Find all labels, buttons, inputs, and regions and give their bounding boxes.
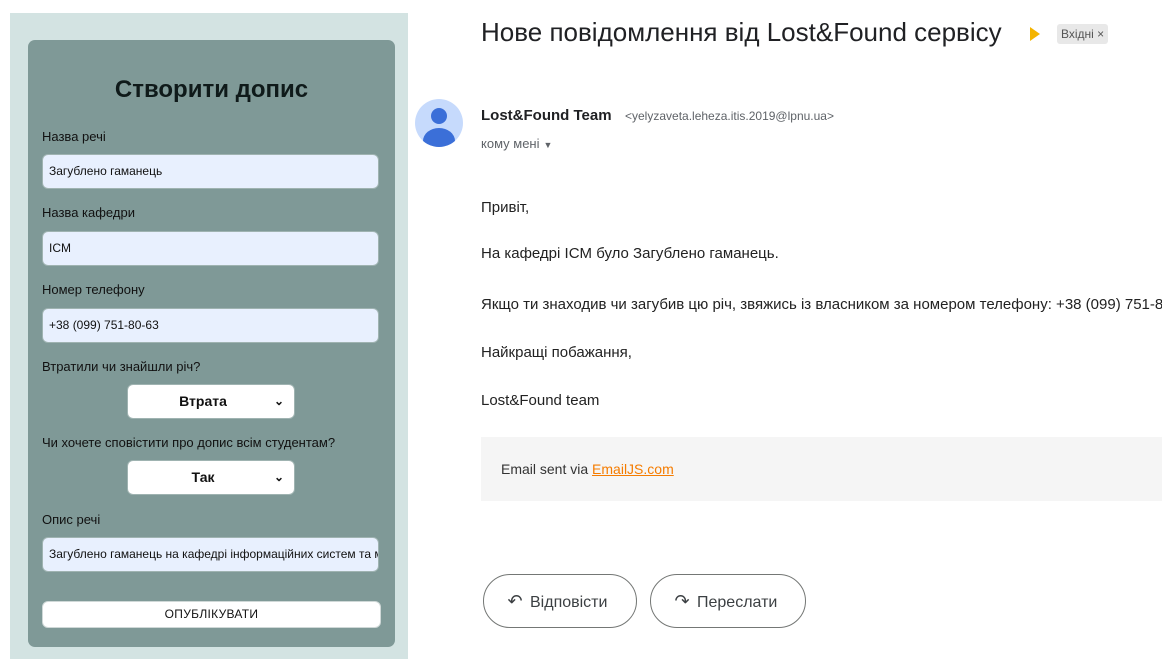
create-post-form: Створити допис Назва речі Загублено гама… — [28, 40, 395, 647]
lost-found-label: Втратили чи знайшли річ? — [42, 359, 201, 374]
forward-icon: ↷ — [674, 591, 690, 611]
item-name-input[interactable]: Загублено гаманець — [42, 154, 379, 189]
phone-input[interactable]: +38 (099) 751-80-63 — [42, 308, 379, 343]
reply-label: Відповісти — [530, 594, 608, 611]
caret-down-icon: ▼ — [543, 140, 553, 150]
chevron-down-icon: ⌄ — [273, 470, 284, 484]
item-name-label: Назва речі — [42, 129, 106, 144]
lost-found-select[interactable]: Втрата ⌄ — [127, 384, 295, 419]
footer-text: Email sent via EmailJS.com — [501, 461, 674, 477]
sender-name: Lost&Found Team — [481, 107, 612, 124]
screenshot-root: Створити допис Назва речі Загублено гама… — [0, 0, 1162, 659]
forward-label: Переслати — [697, 594, 778, 611]
reply-icon: ↶ — [507, 591, 523, 611]
email-signature: Lost&Found team — [481, 392, 600, 409]
publish-button[interactable]: ОПУБЛІКУВАТИ — [42, 601, 381, 628]
inbox-label-chip[interactable]: Вхідні × — [1057, 24, 1109, 44]
importance-marker-icon[interactable] — [1030, 27, 1040, 41]
description-input[interactable]: Загублено гаманець на кафедрі інформацій… — [42, 537, 379, 572]
avatar-body — [423, 128, 455, 147]
email-subject: Нове повідомлення від Lost&Found сервісу — [481, 17, 1002, 47]
sender-email: <yelyzaveta.leheza.itis.2019@lpnu.ua> — [625, 109, 834, 123]
department-label: Назва кафедри — [42, 205, 135, 220]
email-greeting: Привіт, — [481, 199, 530, 216]
email-body-line1: На кафедрі ICM було Загублено гаманець. — [481, 245, 779, 262]
emailjs-link[interactable]: EmailJS.com — [592, 461, 674, 477]
forward-button[interactable]: ↷ Переслати — [650, 574, 806, 628]
recipient-label: кому мені — [481, 136, 540, 151]
form-title: Створити допис — [114, 76, 309, 103]
department-input[interactable]: ICM — [42, 231, 379, 266]
recipient-details-toggle[interactable]: кому мені ▼ — [481, 136, 552, 151]
lost-found-selected-value: Втрата — [179, 393, 227, 409]
reply-button[interactable]: ↶ Відповісти — [483, 574, 637, 628]
email-footer: Email sent via EmailJS.com — [481, 437, 1162, 501]
email-body-line2: Якщо ти знаходив чи загубив цю річ, звяж… — [481, 296, 1162, 313]
email-closing: Найкращі побажання, — [481, 344, 632, 361]
footer-prefix: Email sent via — [501, 461, 593, 477]
chevron-down-icon: ⌄ — [273, 394, 284, 408]
avatar-person-icon — [431, 108, 447, 124]
sender-avatar — [415, 99, 463, 147]
notify-selected-value: Так — [191, 469, 215, 485]
notify-label: Чи хочете сповістити про допис всім студ… — [42, 435, 336, 450]
description-label: Опис речі — [42, 512, 101, 527]
notify-select[interactable]: Так ⌄ — [127, 460, 295, 495]
phone-label: Номер телефону — [42, 282, 145, 297]
